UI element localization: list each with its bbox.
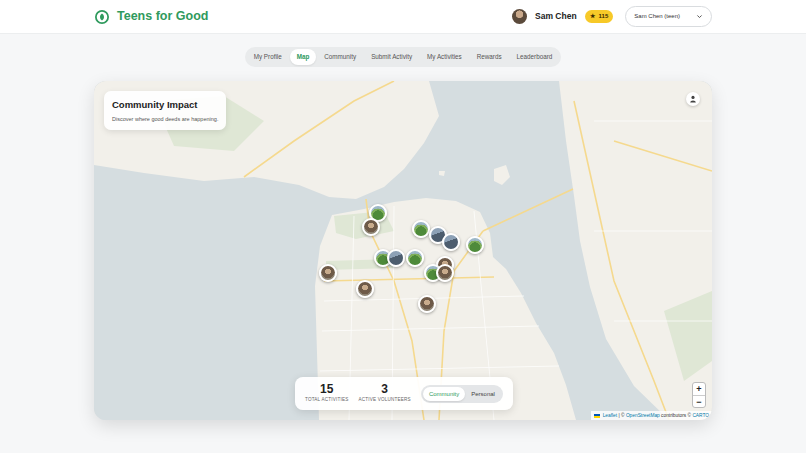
map-base [94,81,712,420]
app-header: Teens for Good Sam Chen ★ 115 Sam Chen (t… [0,0,806,34]
nav-tab[interactable]: My Activities [420,49,469,65]
nav-tab[interactable]: Community [317,49,363,65]
nav-tab[interactable]: Map [290,49,317,65]
user-avatar[interactable] [512,9,527,24]
view-option[interactable]: Personal [465,387,501,401]
chevron-down-icon [696,13,703,20]
star-icon: ★ [590,12,595,21]
ukraine-flag-icon [594,414,600,418]
stat-item: 15 TOTAL ACTIVITIES [305,383,348,404]
attribution-link[interactable]: OpenStreetMap [626,413,660,418]
nav-tab[interactable]: Submit Activity [364,49,419,65]
map-subtitle: Discover where good deeds are happening. [112,115,218,123]
zoom-control: +− [692,382,706,408]
brand[interactable]: Teens for Good [95,7,208,26]
stat-label: ACTIVE VOLUNTEERS [358,397,410,404]
map-attribution: Leaflet | © OpenStreetMap contributors ©… [591,411,712,420]
account-select[interactable]: Sam Chen (teen) [625,6,712,27]
stat-label: TOTAL ACTIVITIES [305,397,348,404]
nav-tab[interactable]: Rewards [470,49,509,65]
points-value: 115 [599,12,609,21]
attribution-link[interactable]: Leaflet [603,413,617,418]
stat-item: 3 ACTIVE VOLUNTEERS [358,383,410,404]
account-label: Sam Chen (teen) [634,12,680,21]
brand-name: Teens for Good [117,7,208,26]
attribution-text: | © [617,413,626,418]
view-option[interactable]: Community [423,387,465,401]
map-info-panel: Community Impact Discover where good dee… [104,91,226,130]
map-view[interactable]: Community Impact Discover where good dee… [94,81,712,420]
zoom-in-button[interactable]: + [693,383,705,395]
leaf-logo-icon [95,10,109,24]
nav-tab[interactable]: My Profile [247,49,289,65]
zoom-out-button[interactable]: − [693,395,705,407]
stat-value: 15 [305,383,348,395]
stats-panel: 15 TOTAL ACTIVITIES 3 ACTIVE VOLUNTEERS Comm… [295,377,513,410]
stat-value: 3 [358,383,410,395]
person-icon [689,95,697,103]
user-name: Sam Chen [535,10,577,23]
view-toggle: CommunityPersonal [421,385,503,403]
points-badge: ★ 115 [585,10,614,23]
attribution-text: contributors © [660,413,693,418]
nav-tab[interactable]: Leaderboard [510,49,560,65]
main-tabs: My ProfileMapCommunitySubmit ActivityMy … [245,47,562,67]
attribution-link[interactable]: CARTO [692,413,709,418]
map-title: Community Impact [112,98,218,112]
